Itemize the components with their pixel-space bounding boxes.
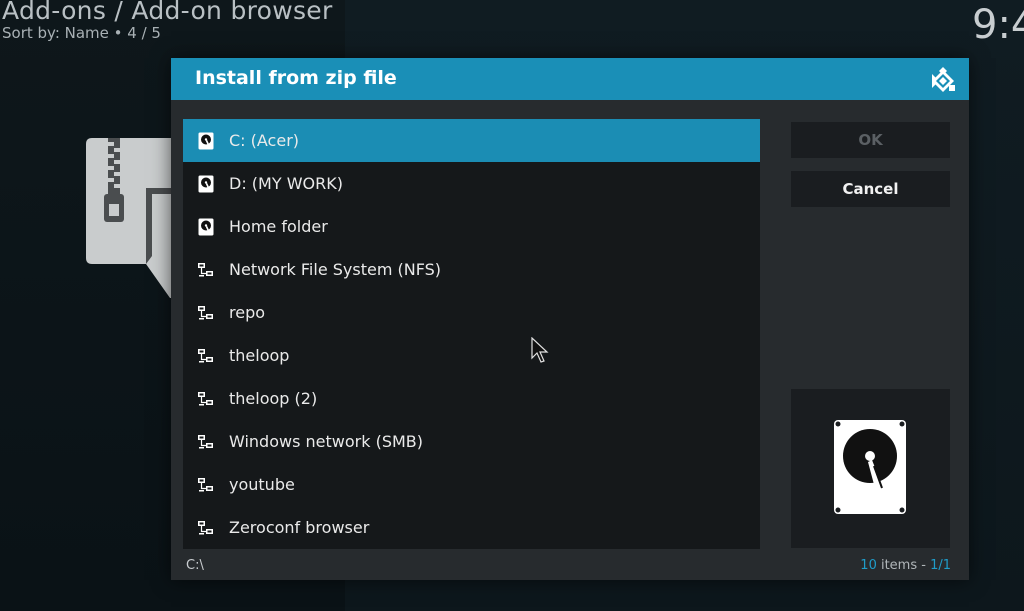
page-indicator: 1/1 (930, 558, 951, 573)
network-icon (183, 262, 229, 278)
preview-panel (791, 389, 950, 548)
hard-drive-icon (183, 175, 229, 193)
ok-button[interactable]: OK (791, 122, 950, 158)
list-item[interactable]: repo (183, 291, 760, 334)
mouse-cursor-icon (531, 336, 549, 369)
list-item-label: C: (Acer) (229, 131, 300, 150)
network-icon (183, 520, 229, 536)
list-item[interactable]: Home folder (183, 205, 760, 248)
list-item-label: youtube (229, 475, 295, 494)
list-item-label: Zeroconf browser (229, 518, 370, 537)
network-icon (183, 434, 229, 450)
sort-info[interactable]: Sort by: Name • 4 / 5 (2, 24, 161, 42)
items-label: items - (876, 558, 931, 573)
list-item[interactable]: Windows network (SMB) (183, 420, 760, 463)
source-list: C: (Acer) D: (MY WORK) Home folder Network … (183, 119, 760, 549)
network-icon (183, 305, 229, 321)
install-from-zip-dialog: Install from zip file C: (Acer) D: (MY WO… (171, 58, 969, 580)
cancel-button[interactable]: Cancel (791, 171, 950, 207)
list-item-label: Windows network (SMB) (229, 432, 423, 451)
zip-file-icon (86, 138, 176, 302)
list-item-label: theloop (229, 346, 290, 365)
list-item[interactable]: youtube (183, 463, 760, 506)
clock: 9:4 (972, 2, 1024, 48)
items-number: 10 (860, 558, 877, 573)
hard-drive-icon (183, 132, 229, 150)
current-path: C:\ (186, 558, 204, 573)
list-item-label: Home folder (229, 217, 328, 236)
list-item[interactable]: theloop (183, 334, 760, 377)
list-item[interactable]: Network File System (NFS) (183, 248, 760, 291)
list-item[interactable]: C: (Acer) (183, 119, 760, 162)
network-icon (183, 391, 229, 407)
list-item[interactable]: D: (MY WORK) (183, 162, 760, 205)
list-item[interactable]: theloop (2) (183, 377, 760, 420)
network-icon (183, 477, 229, 493)
hard-drive-icon (183, 218, 229, 236)
network-icon (183, 348, 229, 364)
list-item[interactable]: Zeroconf browser (183, 506, 760, 549)
list-item-label: theloop (2) (229, 389, 318, 408)
dialog-title: Install from zip file (195, 67, 397, 89)
hard-drive-preview-icon (834, 420, 906, 514)
list-item-label: D: (MY WORK) (229, 174, 343, 193)
page-title: Add-ons / Add-on browser (2, 0, 333, 25)
items-count: 10 items - 1/1 (860, 558, 951, 573)
kodi-logo-icon (928, 66, 958, 100)
dialog-header: Install from zip file (171, 58, 969, 100)
list-item-label: Network File System (NFS) (229, 260, 442, 279)
list-item-label: repo (229, 303, 266, 322)
